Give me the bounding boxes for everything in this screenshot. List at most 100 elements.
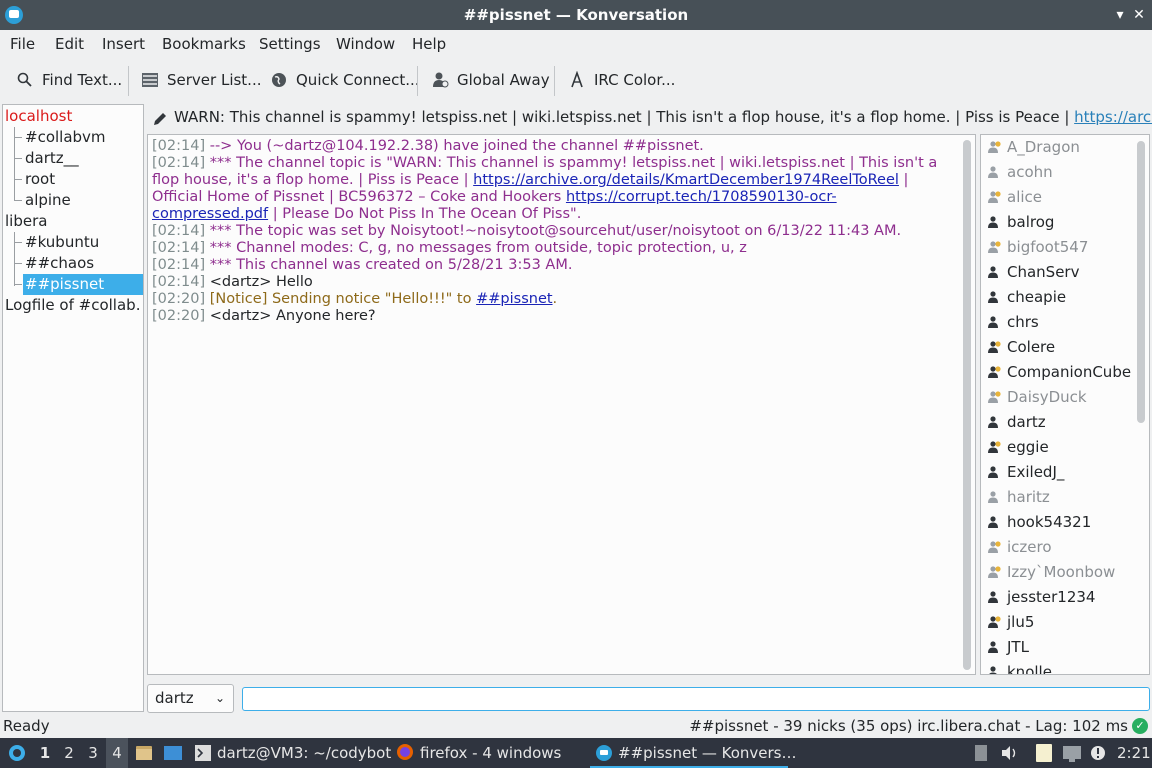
workspace-4[interactable]: 4 [106,738,128,768]
nick-item[interactable]: JTL [987,635,1029,660]
workspace-3[interactable]: 3 [82,738,104,768]
task-terminal[interactable]: dartz@VM3: ~/codybot [195,738,391,768]
workspace-2[interactable]: 2 [58,738,80,768]
global-away-button[interactable]: Global Away [431,64,550,96]
tree-item-root[interactable]: root [25,169,141,190]
menu-edit[interactable]: Edit [55,35,84,53]
volume-icon[interactable] [1000,738,1018,768]
tree-item-dartz[interactable]: dartz__ [25,148,141,169]
nick-item[interactable]: Colere [987,335,1055,360]
nick-item[interactable]: CompanionCube [987,360,1131,385]
status-bar: Ready ##pissnet - 39 nicks (35 ops) irc.… [0,715,1152,737]
tree-item-pissnet[interactable]: ##pissnet [23,274,143,295]
chat-view[interactable]: [02:14] --> You (~dartz@104.192.2.38) ha… [147,134,976,675]
nick-label: A_Dragon [1007,138,1080,156]
nick-list[interactable]: A_Dragonacohn alice balrog bigfoot547 ChanSe… [980,134,1150,675]
menu-bookmarks[interactable]: Bookmarks [162,35,246,53]
nick-label: balrog [1007,213,1055,231]
close-icon[interactable]: ✕ [1129,5,1149,25]
nick-label: Izzy`Moonbow [1007,563,1116,581]
nick-item[interactable]: balrog [987,210,1054,235]
nick-label: eggie [1007,438,1049,456]
nick-item[interactable]: bigfoot547 [987,235,1088,260]
nick-item[interactable]: cheapie [987,285,1066,310]
user-icon [987,662,1001,674]
message-text: *** Channel modes: C, g, no messages fro… [209,240,747,256]
menu-settings[interactable]: Settings [259,35,321,53]
notes-icon[interactable] [1034,738,1054,768]
minimize-icon[interactable]: ▾ [1110,5,1130,25]
menu-file[interactable]: File [10,35,35,53]
chat-scrollbar[interactable] [963,140,971,670]
tree-item-kubuntu[interactable]: #kubuntu [25,232,141,253]
main-toolbar: Find Text... Server List... Quick Connec… [0,60,1152,100]
find-text-button[interactable]: Find Text... [16,64,122,96]
clock[interactable]: 2:21 [1117,738,1151,768]
nick-selector[interactable]: dartz ⌄ [147,684,234,713]
notification-icon[interactable] [1090,738,1106,768]
user-icon [987,462,1001,478]
server-list-button[interactable]: Server List... [141,64,261,96]
channel-link[interactable]: ##pissnet [476,291,552,307]
irc-color-button[interactable]: IRC Color... [568,64,675,96]
network-icon[interactable] [1062,738,1082,768]
task-label: ##pissnet — Konvers… [618,744,797,762]
tree-item-libera[interactable]: libera [5,211,141,232]
user-icon [987,412,1001,428]
tree-item-logfile[interactable]: Logfile of #collab… [5,295,141,316]
chat-line: [02:20] <dartz> Anyone here? [152,308,952,325]
nick-item[interactable]: A_Dragon [987,135,1080,160]
menu-help[interactable]: Help [412,35,446,53]
nick-label: CompanionCube [1007,363,1132,381]
tree-branch-line [14,127,15,201]
start-menu-icon[interactable] [6,738,28,768]
nick-item[interactable]: jesster1234 [987,585,1095,610]
nick-item[interactable]: knolle [987,660,1052,675]
nick-item[interactable]: ChanServ [987,260,1079,285]
task-firefox[interactable]: firefox - 4 windows [396,738,561,768]
tree-branch-line [14,179,22,180]
nick-item[interactable]: iczero [987,535,1052,560]
workspace-1[interactable]: 1 [34,738,56,768]
nick-item[interactable]: dartz [987,410,1046,435]
nick-item[interactable]: DaisyDuck [987,385,1087,410]
chevron-down-icon: ⌄ [214,691,225,705]
task-label: dartz@VM3: ~/codybot [217,744,392,762]
nick-item[interactable]: ExiledJ_ [987,460,1064,485]
message-link[interactable]: https://archive.org/details/KmartDecembe… [473,172,899,188]
tree-item-alpine[interactable]: alpine [25,190,141,211]
menu-window[interactable]: Window [336,35,395,53]
tree-item-collabvm[interactable]: #collabvm [25,127,141,148]
user-icon [987,587,1001,603]
topic-text-container: WARN: This channel is spammy! letspiss.n… [174,104,1152,130]
nick-label: alice [1007,188,1043,206]
user-icon [987,487,1001,503]
tree-item-localhost[interactable]: localhost [5,106,141,127]
nick-item[interactable]: Izzy`Moonbow [987,560,1115,585]
nick-item[interactable]: alice [987,185,1042,210]
nick-label: bigfoot547 [1007,238,1089,256]
nick-label: acohn [1007,163,1053,181]
nick-list-scrollbar[interactable] [1137,141,1145,423]
nick-item[interactable]: haritz [987,485,1050,510]
task-konversation[interactable]: ##pissnet — Konvers… [590,738,796,768]
nick-item[interactable]: eggie [987,435,1049,460]
message-input[interactable] [242,687,1150,711]
topic-link[interactable]: https://archive.org/det… [1074,108,1152,126]
tree-branch-line [14,242,22,243]
nick-item[interactable]: hook54321 [987,510,1091,535]
server-list-label: Server List... [167,71,262,89]
quick-connect-button[interactable]: Quick Connect... [270,64,420,96]
nick-item[interactable]: chrs [987,310,1039,335]
server-list-icon [141,71,159,89]
clipboard-icon[interactable] [974,738,988,768]
file-manager-icon[interactable] [135,738,153,768]
nick-label: jlu5 [1007,613,1035,631]
show-desktop-icon[interactable] [163,738,183,768]
nick-label: knolle [1007,663,1052,675]
edit-topic-icon[interactable] [152,109,168,125]
tree-item-chaos[interactable]: ##chaos [25,253,141,274]
nick-item[interactable]: acohn [987,160,1053,185]
menu-insert[interactable]: Insert [102,35,145,53]
nick-item[interactable]: jlu5 [987,610,1034,635]
